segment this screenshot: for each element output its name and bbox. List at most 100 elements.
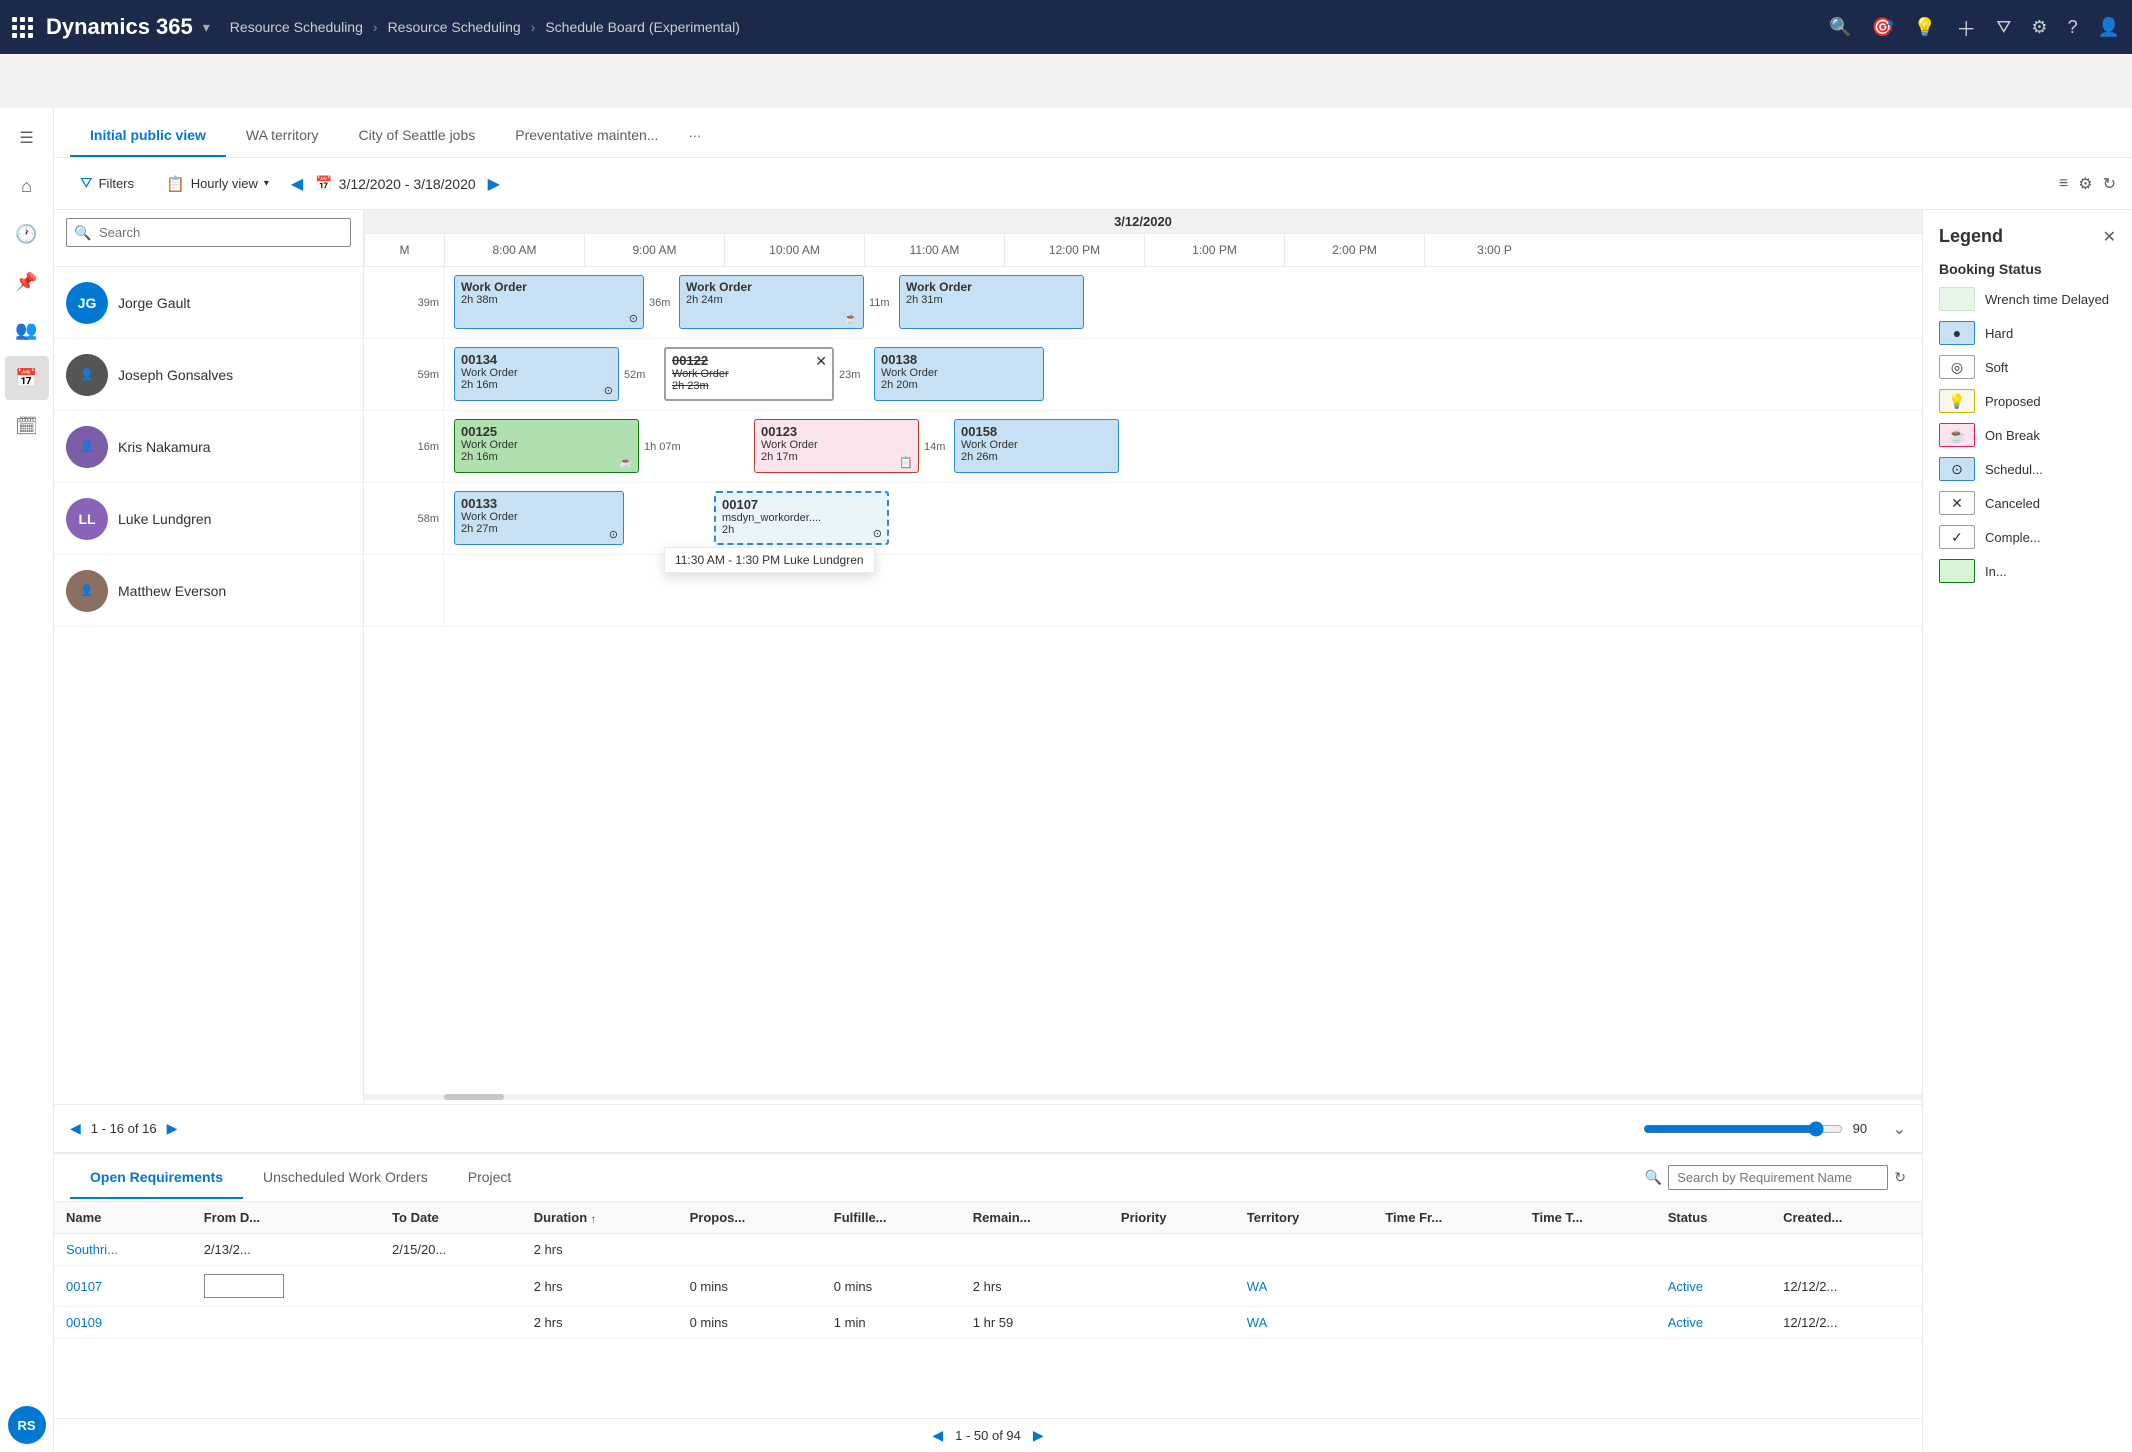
tab-preventative[interactable]: Preventative mainten... [495,113,678,157]
cell-fulfilled-1 [822,1234,961,1266]
avatar-kris: 👤 [66,426,108,468]
cell-name-3[interactable]: 00109 [54,1307,192,1339]
duration-label-kris-16m: 16m [418,441,439,453]
booking-duration: 2h 27m [461,523,617,535]
booking-joseph-00122[interactable]: 00122 Work Order 2h 23m ✕ [664,347,834,401]
filter-funnel-icon: ⛛ [80,175,93,192]
bottom-prev-button[interactable]: ◀ [932,1427,943,1444]
search-icon-inner: 🔍 [74,224,91,241]
sidebar-icon-calendar[interactable]: 📅 [5,356,49,400]
page-next-button[interactable]: ▶ [167,1120,178,1137]
booking-clock-icon: ⊙ [629,312,638,325]
cancel-x-icon: ✕ [815,353,827,370]
tab-seattle-jobs[interactable]: City of Seattle jobs [339,113,496,157]
gap-label-23m: 23m [839,369,860,381]
user-icon[interactable]: 👤 [2098,17,2120,38]
sidebar-icon-calendar2[interactable]: 🗓 [5,404,49,448]
target-icon[interactable]: 🎯 [1871,17,1893,38]
req-refresh-button[interactable]: ↻ [1894,1169,1906,1186]
date-range-display[interactable]: 📅 3/12/2020 - 3/18/2020 [315,175,475,192]
search-icon[interactable]: 🔍 [1829,17,1851,38]
bottom-tab-unscheduled[interactable]: Unscheduled Work Orders [243,1157,448,1199]
resource-row-jorge[interactable]: JG Jorge Gault [54,267,363,339]
booking-jorge-2[interactable]: Work Order 2h 24m ☕ [679,275,864,329]
booking-kris-00125[interactable]: 00125 Work Order 2h 16m ☕ [454,419,639,473]
next-date-button[interactable]: ▶ [488,174,500,194]
legend-close-button[interactable]: ✕ [2103,227,2116,247]
duration-label-jorge-39m: 39m [418,297,439,309]
req-search-input[interactable] [1668,1165,1888,1190]
tab-initial-public-view[interactable]: Initial public view [70,113,226,157]
booking-duration: 2h 17m [761,451,912,463]
timeline-row-jorge: 39m Work Order 2h 38m ⊙ 36m [364,267,1922,339]
booking-luke-00107[interactable]: 00107 msdyn_workorder.... 2h ⊙ [714,491,889,545]
prev-date-button[interactable]: ◀ [291,174,303,194]
resource-row-joseph[interactable]: 👤 Joseph Gonsalves [54,339,363,411]
sidebar-icon-home[interactable]: ⌂ [5,164,49,208]
zoom-slider[interactable] [1643,1121,1843,1137]
refresh-button[interactable]: ↻ [2103,174,2116,194]
bottom-tab-project[interactable]: Project [448,1157,532,1199]
booking-kris-00123[interactable]: 00123 Work Order 2h 17m 📋 [754,419,919,473]
bottom-pagination: ◀ 1 - 50 of 94 ▶ [54,1418,1922,1452]
search-input[interactable] [66,218,351,247]
resource-row-luke[interactable]: LL Luke Lundgren [54,483,363,555]
tab-wa-territory[interactable]: WA territory [226,113,339,157]
cell-duration-3: 2 hrs [522,1307,678,1339]
cell-status-2[interactable]: Active [1656,1266,1771,1307]
sidebar-icon-people[interactable]: 👥 [5,308,49,352]
booking-kris-00158[interactable]: 00158 Work Order 2h 26m [954,419,1119,473]
filters-button[interactable]: ⛛ Filters [70,169,144,198]
sidebar-icon-pinned[interactable]: 📌 [5,260,49,304]
time-slot-12pm: 12:00 PM [1004,234,1144,266]
resource-list: JG Jorge Gault 👤 Joseph Gonsalves [54,267,364,1104]
cell-territory-2[interactable]: WA [1235,1266,1374,1307]
bulb-icon[interactable]: 💡 [1914,17,1936,38]
cell-status-3[interactable]: Active [1656,1307,1771,1339]
page-prev-button[interactable]: ◀ [70,1120,81,1137]
booking-joseph-00138[interactable]: 00138 Work Order 2h 20m [874,347,1044,401]
help-icon[interactable]: ? [2068,17,2078,38]
bottom-tab-open-req[interactable]: Open Requirements [70,1157,243,1199]
col-priority: Priority [1109,1202,1235,1234]
booking-joseph-00134[interactable]: 00134 Work Order 2h 16m ⊙ [454,347,619,401]
app-name-dropdown-icon[interactable]: ▾ [203,19,210,36]
sidebar-icon-recent[interactable]: 🕐 [5,212,49,256]
app-grid-icon[interactable] [12,15,36,39]
booking-id: 00138 [881,352,1037,367]
list-view-button[interactable]: ≡ [2059,175,2068,193]
plus-icon[interactable]: ＋ [1956,13,1976,42]
cell-name-1[interactable]: Southri... [54,1234,192,1266]
booking-jorge-3[interactable]: Work Order 2h 31m [899,275,1084,329]
booking-copy-icon: 📋 [899,456,913,469]
cell-duration-1: 2 hrs [522,1234,678,1266]
legend-item-wrench: Wrench time Delayed [1939,287,2116,311]
breadcrumb-1: Resource Scheduling [388,19,521,35]
booking-jorge-1[interactable]: Work Order 2h 38m ⊙ [454,275,644,329]
settings2-button[interactable]: ⚙ [2078,174,2092,194]
col-proposed: Propos... [678,1202,822,1234]
hourly-view-label: Hourly view [191,176,258,191]
filter-icon[interactable]: ⛛ [1996,17,2011,38]
booking-luke-00133[interactable]: 00133 Work Order 2h 27m ⊙ [454,491,624,545]
breadcrumb-2: Schedule Board (Experimental) [545,19,740,35]
schedule-rows-area: JG Jorge Gault 👤 Joseph Gonsalves [54,267,1922,1104]
collapse-button[interactable]: ⌄ [1893,1119,1906,1139]
resource-row-kris[interactable]: 👤 Kris Nakamura [54,411,363,483]
cell-proposed-2: 0 mins [678,1266,822,1307]
bottom-next-button[interactable]: ▶ [1033,1427,1044,1444]
booking-id: 00107 [722,497,881,512]
settings-icon[interactable]: ⚙ [2031,17,2047,38]
tab-more-dots[interactable]: ··· [678,114,711,157]
toolbar: ⛛ Filters 📋 Hourly view ▾ ◀ 📅 3/12/2020 … [54,158,2132,210]
col-created: Created... [1771,1202,1922,1234]
hourly-view-button[interactable]: 📋 Hourly view ▾ [156,169,279,199]
cell-to-3 [380,1307,522,1339]
resource-row-matthew[interactable]: 👤 Matthew Everson [54,555,363,627]
sidebar-icon-hamburger[interactable]: ☰ [5,116,49,160]
col-from: From D... [192,1202,380,1234]
cell-name-2[interactable]: 00107 [54,1266,192,1307]
col-to: To Date [380,1202,522,1234]
cell-territory-3[interactable]: WA [1235,1307,1374,1339]
booking-title: msdyn_workorder.... [722,512,881,524]
